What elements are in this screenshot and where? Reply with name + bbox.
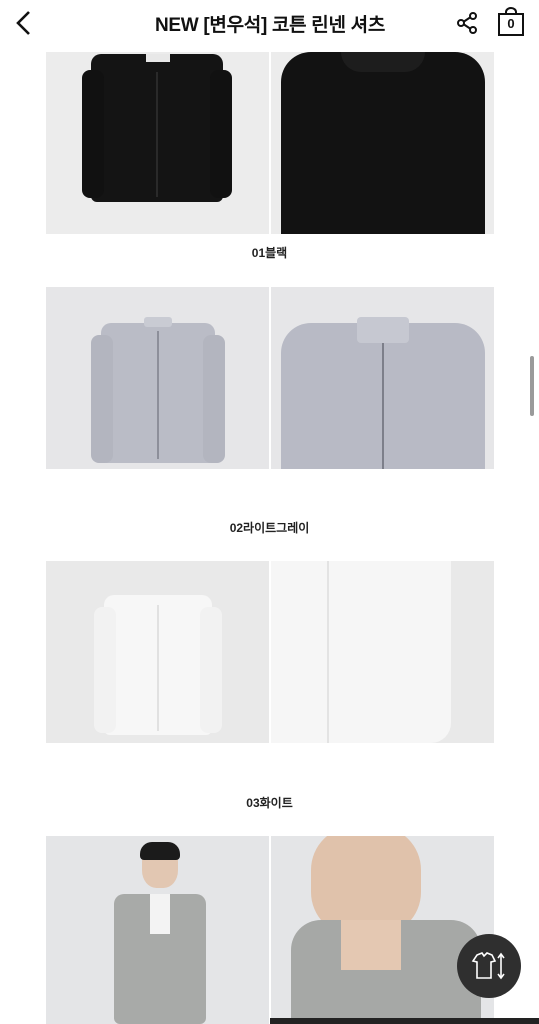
color-caption-black: 01블랙 xyxy=(251,246,288,260)
product-image-front[interactable] xyxy=(46,561,269,743)
model-image-full[interactable] xyxy=(46,836,269,1024)
model-image-closeup[interactable] xyxy=(271,836,494,1024)
product-image-detail[interactable] xyxy=(271,52,494,234)
share-button[interactable] xyxy=(454,10,480,36)
cart-button[interactable]: 0 xyxy=(497,7,525,37)
product-image-front[interactable] xyxy=(46,287,269,469)
product-image-front[interactable] xyxy=(46,52,269,234)
page-title: NEW [변우석] 코튼 린넨 셔츠 xyxy=(154,15,386,36)
bottom-divider xyxy=(270,1018,539,1024)
color-images-black xyxy=(46,52,494,234)
color-images-white xyxy=(46,561,494,743)
color-caption-white: 03화이트 xyxy=(246,796,293,810)
top-app-bar: NEW [변우석] 코튼 린넨 셔츠 0 xyxy=(0,0,539,46)
share-icon xyxy=(457,12,477,34)
scrollbar-thumb[interactable] xyxy=(530,356,534,416)
color-images-lightgray xyxy=(46,287,494,469)
cart-count-badge: 0 xyxy=(507,16,515,31)
product-image-detail[interactable] xyxy=(271,561,494,743)
color-caption-lightgray: 02라이트그레이 xyxy=(229,521,310,535)
back-button[interactable] xyxy=(8,8,38,38)
chevron-left-icon xyxy=(16,11,30,35)
model-images xyxy=(46,836,494,1024)
shirt-size-icon xyxy=(471,952,505,980)
product-image-detail[interactable] xyxy=(271,287,494,469)
size-fit-button[interactable] xyxy=(457,934,521,998)
